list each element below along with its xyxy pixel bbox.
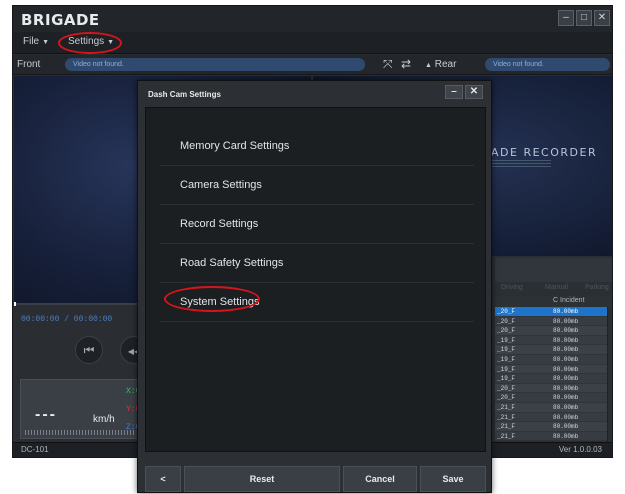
save-button[interactable]: Save bbox=[420, 466, 486, 492]
speed-value: --- bbox=[35, 406, 57, 423]
file-list-row[interactable]: _19_F 80.00mb bbox=[495, 364, 607, 375]
file-name: _20_F bbox=[497, 317, 516, 325]
reset-button[interactable]: Reset bbox=[184, 466, 340, 492]
file-name: _21_F bbox=[497, 403, 516, 411]
rear-recorder-subtext bbox=[491, 160, 551, 168]
file-category-tabs: Driving Manual Parking bbox=[495, 282, 612, 296]
file-size: 80.00mb bbox=[553, 317, 579, 325]
file-menu[interactable]: File ▼ bbox=[23, 36, 49, 47]
speed-scale bbox=[25, 430, 135, 435]
file-name: _21_F bbox=[497, 432, 516, 440]
close-button[interactable]: ✕ bbox=[594, 10, 610, 26]
file-list-row[interactable]: _20_F 80.00mb bbox=[495, 307, 607, 317]
menu-bar: File ▼ Settings ▼ bbox=[13, 32, 612, 54]
file-size: 80.00mb bbox=[553, 423, 579, 431]
file-size: 80.00mb bbox=[553, 403, 579, 411]
file-name: _19_F bbox=[497, 365, 516, 373]
file-size: 80.00mb bbox=[553, 375, 579, 383]
front-video-status: Video not found. bbox=[65, 58, 365, 71]
file-size: 80.00mb bbox=[553, 308, 579, 315]
file-list-row[interactable]: _20_F 80.00mb bbox=[495, 393, 607, 403]
file-menu-label: File bbox=[23, 36, 40, 47]
file-size: 80.00mb bbox=[553, 384, 579, 392]
skip-back-icon: ⏮ bbox=[83, 343, 95, 357]
brigade-logo: BRIGADE bbox=[21, 11, 100, 29]
road-safety-settings-item[interactable]: Road Safety Settings bbox=[160, 244, 474, 283]
expand-icon[interactable]: ⤧ bbox=[383, 57, 393, 72]
file-name: _21_F bbox=[497, 423, 516, 431]
rear-camera-label: Rear bbox=[434, 59, 457, 70]
file-size: 80.00mb bbox=[553, 355, 579, 363]
system-settings-highlight-oval bbox=[164, 286, 260, 312]
tab-manual[interactable]: Manual bbox=[545, 284, 568, 291]
title-bar: BRIGADE – □ ✕ bbox=[13, 6, 612, 32]
file-tabs-area bbox=[495, 258, 612, 282]
tab-parking[interactable]: Parking bbox=[585, 284, 609, 291]
dash-cam-settings-dialog: Dash Cam Settings – ✕ Memory Card Settin… bbox=[137, 80, 492, 493]
dialog-close-button[interactable]: ✕ bbox=[465, 85, 483, 99]
file-name: _20_F bbox=[497, 384, 516, 392]
playback-timecode: 00:00:00 / 00:00:00 bbox=[21, 315, 113, 324]
file-name: _19_F bbox=[497, 375, 516, 383]
speed-unit: km/h bbox=[93, 414, 115, 425]
camera-settings-item[interactable]: Camera Settings bbox=[160, 166, 474, 205]
rear-video-status: Video not found. bbox=[485, 58, 610, 71]
tab-driving[interactable]: Driving bbox=[501, 284, 523, 291]
dialog-footer: < Reset Cancel Save bbox=[145, 466, 486, 492]
dialog-minimize-button[interactable]: – bbox=[445, 85, 463, 99]
file-list-row[interactable]: _21_F 80.00mb bbox=[495, 402, 607, 413]
file-name: _19_F bbox=[497, 346, 516, 354]
chevron-down-icon: ▼ bbox=[42, 39, 50, 46]
file-column-header: C Incident bbox=[495, 296, 612, 307]
minimize-button[interactable]: – bbox=[558, 10, 574, 26]
cancel-button[interactable]: Cancel bbox=[343, 466, 417, 492]
file-list-row[interactable]: _19_F 80.00mb bbox=[495, 354, 607, 365]
file-list: _20_F 80.00mb _20_F 80.00mb _20_F 80.00mb _19_… bbox=[495, 307, 607, 442]
file-list-row[interactable]: _21_F 80.00mb bbox=[495, 412, 607, 423]
file-list-row[interactable]: _20_F 80.00mb bbox=[495, 316, 607, 327]
file-list-row[interactable]: _21_F 80.00mb bbox=[495, 431, 607, 442]
front-camera-label: Front bbox=[17, 59, 41, 70]
camera-header-row: Front Video not found. ⤧ ⇄ ▲ Rear Video … bbox=[13, 55, 612, 75]
speedometer-panel: --- km/h bbox=[20, 379, 140, 439]
file-list-row[interactable]: _20_F 80.00mb bbox=[495, 383, 607, 394]
maximize-button[interactable]: □ bbox=[576, 10, 592, 26]
rear-camera-selector[interactable]: ▲ Rear bbox=[425, 59, 456, 70]
file-list-row[interactable]: _20_F 80.00mb bbox=[495, 326, 607, 336]
file-list-row[interactable]: _19_F 80.00mb bbox=[495, 345, 607, 355]
file-list-row[interactable]: _21_F 80.00mb bbox=[495, 422, 607, 432]
file-list-row[interactable]: _19_F 80.00mb bbox=[495, 374, 607, 384]
file-size: 80.00mb bbox=[553, 394, 579, 402]
back-button[interactable]: < bbox=[145, 466, 181, 492]
record-settings-item[interactable]: Record Settings bbox=[160, 205, 474, 244]
file-name: _20_F bbox=[497, 308, 516, 315]
file-size: 80.00mb bbox=[553, 346, 579, 354]
file-size: 80.00mb bbox=[553, 327, 579, 335]
device-model: DC-101 bbox=[21, 445, 49, 454]
memory-card-settings-item[interactable]: Memory Card Settings bbox=[160, 127, 474, 166]
file-size: 80.00mb bbox=[553, 336, 579, 344]
file-name: _19_F bbox=[497, 336, 516, 344]
file-size: 80.00mb bbox=[553, 432, 579, 440]
file-name: _21_F bbox=[497, 413, 516, 421]
rear-recorder-watermark: ADE RECORDER bbox=[491, 146, 598, 159]
file-size: 80.00mb bbox=[553, 365, 579, 373]
chevron-up-icon: ▲ bbox=[425, 62, 432, 69]
file-name: _20_F bbox=[497, 327, 516, 335]
incident-column-label: C Incident bbox=[553, 297, 585, 304]
file-name: _19_F bbox=[497, 355, 516, 363]
app-version: Ver 1.0.0.03 bbox=[558, 445, 602, 454]
settings-list: Memory Card Settings Camera Settings Rec… bbox=[145, 107, 486, 452]
swap-camera-icon[interactable]: ⇄ bbox=[401, 57, 411, 71]
dialog-title: Dash Cam Settings bbox=[148, 90, 221, 99]
previous-file-button[interactable]: ⏮ bbox=[75, 336, 103, 364]
file-name: _20_F bbox=[497, 394, 516, 402]
file-size: 80.00mb bbox=[553, 413, 579, 421]
file-list-scrollbar[interactable] bbox=[607, 307, 612, 442]
settings-highlight-oval bbox=[58, 32, 122, 54]
file-list-row[interactable]: _19_F 80.00mb bbox=[495, 335, 607, 346]
